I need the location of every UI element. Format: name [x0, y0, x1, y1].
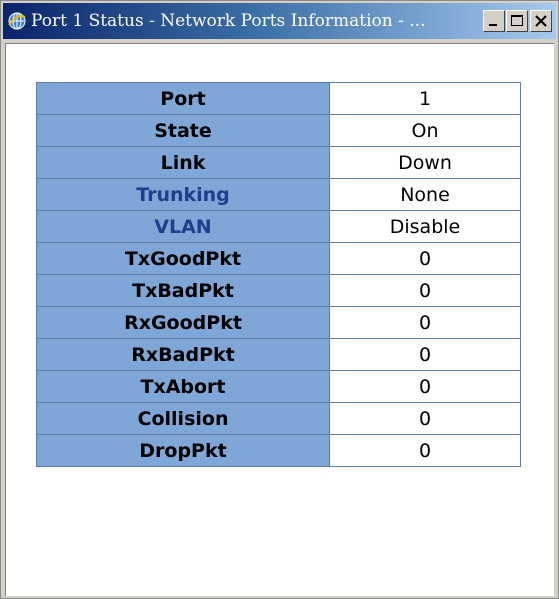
row-value: 1: [329, 82, 521, 115]
table-row: TxGoodPkt 0: [36, 242, 521, 275]
table-row: VLAN Disable: [36, 210, 521, 243]
row-label: State: [36, 114, 330, 147]
table-row: TxBadPkt 0: [36, 274, 521, 307]
table-row: RxGoodPkt 0: [36, 306, 521, 339]
row-label: TxBadPkt: [36, 274, 330, 307]
row-value: 0: [329, 338, 521, 371]
maximize-button[interactable]: [506, 10, 528, 32]
row-value: 0: [329, 434, 521, 467]
table-row: State On: [36, 114, 521, 147]
window-title: Port 1 Status - Network Ports Informatio…: [31, 11, 426, 31]
table-row: Collision 0: [36, 402, 521, 435]
title-bar[interactable]: Port 1 Status - Network Ports Informatio…: [3, 3, 556, 39]
browser-window: Port 1 Status - Network Ports Informatio…: [0, 0, 559, 599]
table-row: Link Down: [36, 146, 521, 179]
maximize-icon: [511, 15, 523, 26]
row-value: 0: [329, 242, 521, 275]
row-label: RxGoodPkt: [36, 306, 330, 339]
row-label: Port: [36, 82, 330, 115]
page-content: Port 1 State On Link Down Trunking None VLAN Disa…: [5, 43, 554, 596]
row-value: 0: [329, 274, 521, 307]
row-label: RxBadPkt: [36, 338, 330, 371]
row-value: On: [329, 114, 521, 147]
row-label: Link: [36, 146, 330, 179]
minimize-icon: [489, 24, 497, 26]
row-label: DropPkt: [36, 434, 330, 467]
row-label: TxAbort: [36, 370, 330, 403]
row-value: Disable: [329, 210, 521, 243]
row-value: 0: [329, 306, 521, 339]
row-label[interactable]: Trunking: [36, 178, 330, 211]
table-row: Port 1: [36, 82, 521, 115]
row-value: None: [329, 178, 521, 211]
minimize-button[interactable]: [483, 10, 505, 32]
row-value: Down: [329, 146, 521, 179]
row-value: 0: [329, 402, 521, 435]
row-label: TxGoodPkt: [36, 242, 330, 275]
table-row: TxAbort 0: [36, 370, 521, 403]
table-row: DropPkt 0: [36, 434, 521, 467]
table-row: RxBadPkt 0: [36, 338, 521, 371]
browser-globe-icon: [7, 11, 27, 31]
row-value: 0: [329, 370, 521, 403]
close-icon: [535, 15, 547, 27]
row-label[interactable]: VLAN: [36, 210, 330, 243]
row-label: Collision: [36, 402, 330, 435]
port-status-table: Port 1 State On Link Down Trunking None VLAN Disa…: [36, 82, 521, 467]
close-button[interactable]: [530, 10, 552, 32]
table-row: Trunking None: [36, 178, 521, 211]
